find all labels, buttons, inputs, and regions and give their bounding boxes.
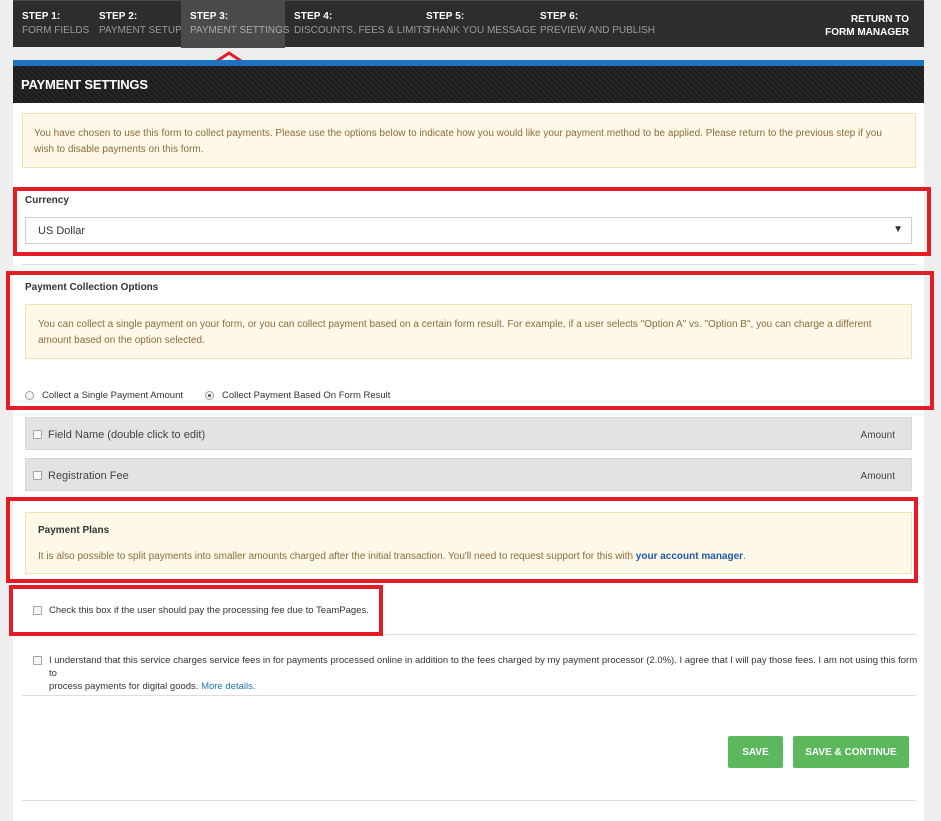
terms-line-2: process payments for digital goods. [49,681,202,692]
account-manager-link[interactable]: your account manager [636,551,743,562]
collection-options-label: Payment Collection Options [25,282,159,293]
step-6-tab[interactable]: STEP 6: PREVIEW AND PUBLISH [531,1,656,48]
intro-notice: You have chosen to use this form to coll… [22,113,916,168]
payment-plans-title: Payment Plans [38,525,110,536]
save-continue-button[interactable]: SAVE & CONTINUE [793,736,909,768]
section-title: PAYMENT SETTINGS [13,66,924,103]
more-details-link[interactable]: More details. [201,681,255,692]
radio-button[interactable] [25,391,34,400]
step-4-number: STEP 4: [294,11,333,22]
radio-button-selected[interactable] [205,391,214,400]
divider [22,695,916,696]
radio-result-label: Collect Payment Based On Form Result [222,390,391,401]
steps-nav: STEP 1: FORM FIELDS STEP 2: PAYMENT SETU… [13,0,924,48]
step-6-label: PREVIEW AND PUBLISH [540,25,656,36]
step-3-number: STEP 3: [190,11,229,22]
step-4-tab[interactable]: STEP 4: DISCOUNTS, FEES & LIMITS [285,1,430,48]
field-row[interactable]: Registration Fee Amount [25,458,912,491]
radio-single-label: Collect a Single Payment Amount [42,390,183,401]
field-name[interactable]: Field Name (double click to edit) [48,429,205,441]
payment-plans-notice: Payment Plans It is also possible to spl… [25,512,912,574]
field-amount[interactable]: Amount [861,430,895,441]
step-3-tab[interactable]: STEP 3: PAYMENT SETTINGS [181,1,290,48]
divider [22,800,916,801]
payment-plans-period: . [743,551,746,562]
step-2-label: PAYMENT SETUP [99,25,182,36]
step-6-number: STEP 6: [540,11,579,22]
return-to-form-manager-link[interactable]: RETURN TO FORM MANAGER [819,13,909,39]
payment-plans-text: It is also possible to split payments in… [38,551,636,562]
divider [22,634,916,635]
step-1-tab[interactable]: STEP 1: FORM FIELDS [13,1,90,48]
field-name[interactable]: Registration Fee [48,470,129,482]
terms-line-2-wrap: process payments for digital goods. More… [49,680,919,693]
step-5-tab[interactable]: STEP 5: THANK YOU MESSAGE [417,1,537,48]
currency-label: Currency [25,195,69,206]
collection-notice: You can collect a single payment on your… [25,304,912,359]
divider [22,264,916,265]
terms-line-1: I understand that this service charges s… [49,655,918,679]
field-checkbox[interactable] [33,471,42,480]
terms-checkbox[interactable] [33,656,42,665]
step-3-label: PAYMENT SETTINGS [190,25,290,36]
scrollbar-track[interactable] [924,0,941,821]
currency-selected-value: US Dollar [38,225,86,237]
processing-fee-checkbox[interactable] [33,606,42,615]
processing-fee-row[interactable]: Check this box if the user should pay th… [33,604,369,617]
step-2-tab[interactable]: STEP 2: PAYMENT SETUP [90,1,182,48]
field-amount[interactable]: Amount [861,471,895,482]
payment-settings-card: PAYMENT SETTINGS You have chosen to use … [13,60,924,821]
save-button[interactable]: SAVE [728,736,783,768]
currency-select[interactable]: US Dollar ▼ [25,217,912,244]
step-5-number: STEP 5: [426,11,465,22]
field-checkbox[interactable] [33,430,42,439]
field-row[interactable]: Field Name (double click to edit) Amount [25,417,912,450]
caret-down-icon: ▼ [893,224,903,235]
processing-fee-label: Check this box if the user should pay th… [49,605,369,616]
step-4-label: DISCOUNTS, FEES & LIMITS [294,25,430,36]
terms-text: I understand that this service charges s… [49,654,919,693]
step-5-label: THANK YOU MESSAGE [426,25,537,36]
step-2-number: STEP 2: [99,11,138,22]
step-1-number: STEP 1: [22,11,61,22]
step-1-label: FORM FIELDS [22,25,90,36]
radio-form-result[interactable]: Collect Payment Based On Form Result [205,390,390,401]
radio-single-payment[interactable]: Collect a Single Payment Amount [25,390,183,401]
page: STEP 1: FORM FIELDS STEP 2: PAYMENT SETU… [0,0,941,821]
payment-plans-text-wrap: It is also possible to split payments in… [38,549,746,565]
